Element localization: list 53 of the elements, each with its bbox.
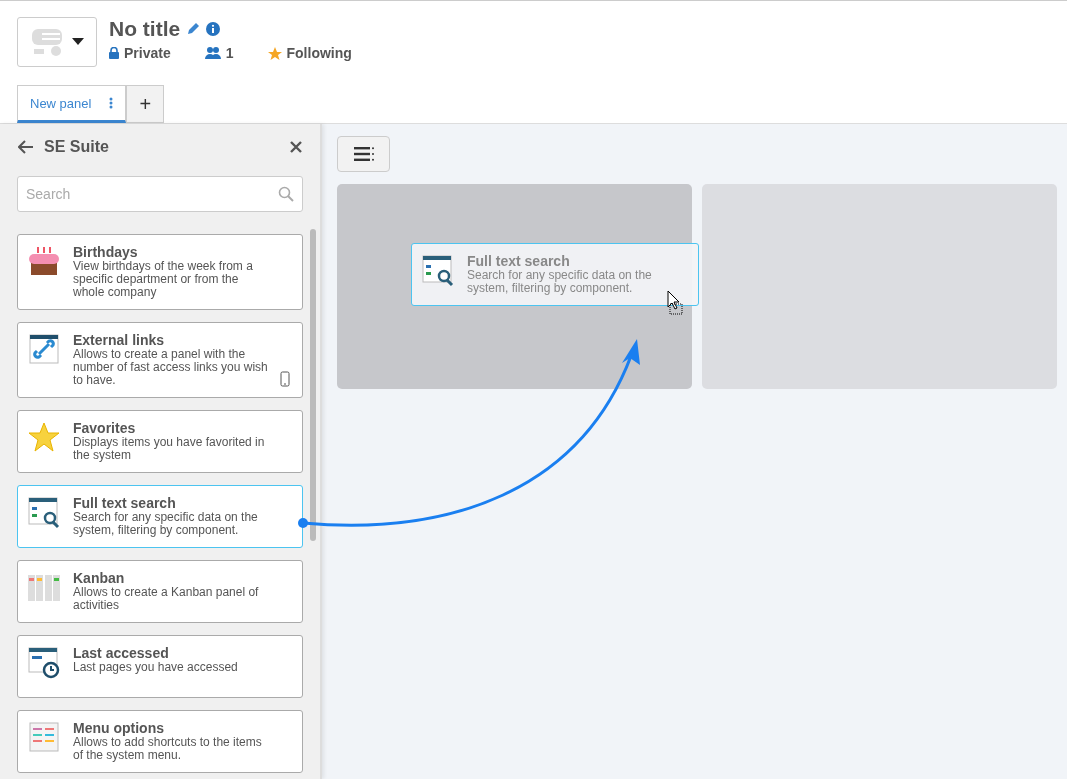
panel-thumbnail-icon xyxy=(30,27,64,57)
more-icon[interactable] xyxy=(109,97,114,109)
widget-title: Kanban xyxy=(73,570,126,586)
cursor-icon xyxy=(667,290,683,315)
widget-title: Favorites xyxy=(73,420,137,436)
widget-card[interactable]: Full text search Search for any specific data on the system, filtering by component. xyxy=(17,485,303,548)
page-title: No title xyxy=(109,17,181,41)
members-count: 1 xyxy=(225,45,234,61)
clock-window-icon xyxy=(27,645,61,679)
follow-status[interactable]: Following xyxy=(286,45,352,61)
widget-description: Allows to create a Kanban panel of activities xyxy=(73,586,260,612)
panel-tab[interactable]: New panel xyxy=(17,85,127,123)
widget-description: Last pages you have accessed xyxy=(73,661,238,674)
widget-description: View birthdays of the week from a specific department or from the whole company xyxy=(73,260,254,299)
menu-list-icon xyxy=(27,720,61,754)
widget-card[interactable]: Favorites Displays items you have favorited in the system xyxy=(17,410,303,473)
link-icon xyxy=(27,332,61,366)
privacy-label: Private xyxy=(124,45,171,61)
star-icon xyxy=(267,46,282,60)
widget-description: Search for any specific data on the system, filtering by component. xyxy=(467,269,653,295)
widget-description: Search for any specific data on the system, filtering by component. xyxy=(73,511,259,537)
widget-title: External links xyxy=(73,332,166,348)
widget-title: Birthdays xyxy=(73,244,139,260)
info-icon[interactable] xyxy=(206,22,221,36)
widget-title: Full text search xyxy=(73,495,177,511)
widget-title: Menu options xyxy=(73,720,165,736)
search-window-icon xyxy=(27,495,61,529)
widget-card[interactable]: Last accessed Last pages you have accessed xyxy=(17,635,303,698)
widget-description: Allows to create a panel with the number of fast access links you wish to have. xyxy=(73,348,269,387)
close-icon[interactable] xyxy=(290,141,302,153)
widget-title: Full text search xyxy=(467,253,571,269)
widget-card[interactable]: Kanban Allows to create a Kanban panel of activities xyxy=(17,560,303,623)
users-icon xyxy=(204,47,221,59)
pencil-icon[interactable] xyxy=(186,22,201,36)
menu-icon xyxy=(353,147,374,161)
sidebar-title: SE Suite xyxy=(44,138,110,156)
menu-button[interactable] xyxy=(337,136,390,172)
widget-card[interactable]: Menu options Allows to add shortcuts to the items of the system menu. xyxy=(17,710,303,773)
lock-icon xyxy=(109,47,119,59)
cake-icon xyxy=(27,244,61,278)
widget-description: Displays items you have favorited in the system xyxy=(73,436,266,462)
widget-title: Last accessed xyxy=(73,645,170,661)
search-window-icon xyxy=(421,253,455,287)
caret-icon xyxy=(72,38,84,46)
scrollbar[interactable] xyxy=(310,229,316,541)
widget-card[interactable]: External links Allows to create a panel with the number of fast access links you wish to have. xyxy=(17,322,303,398)
back-icon[interactable] xyxy=(18,140,34,154)
widget-description: Allows to add shortcuts to the items of the system menu. xyxy=(73,736,263,762)
widget-card[interactable]: Birthdays View birthdays of the week from a specific department or from the whole company xyxy=(17,234,303,310)
search-field[interactable]: Search xyxy=(17,176,303,212)
search-icon xyxy=(278,186,294,202)
star-icon xyxy=(27,420,61,454)
add-tab-button[interactable]: + xyxy=(126,85,165,123)
